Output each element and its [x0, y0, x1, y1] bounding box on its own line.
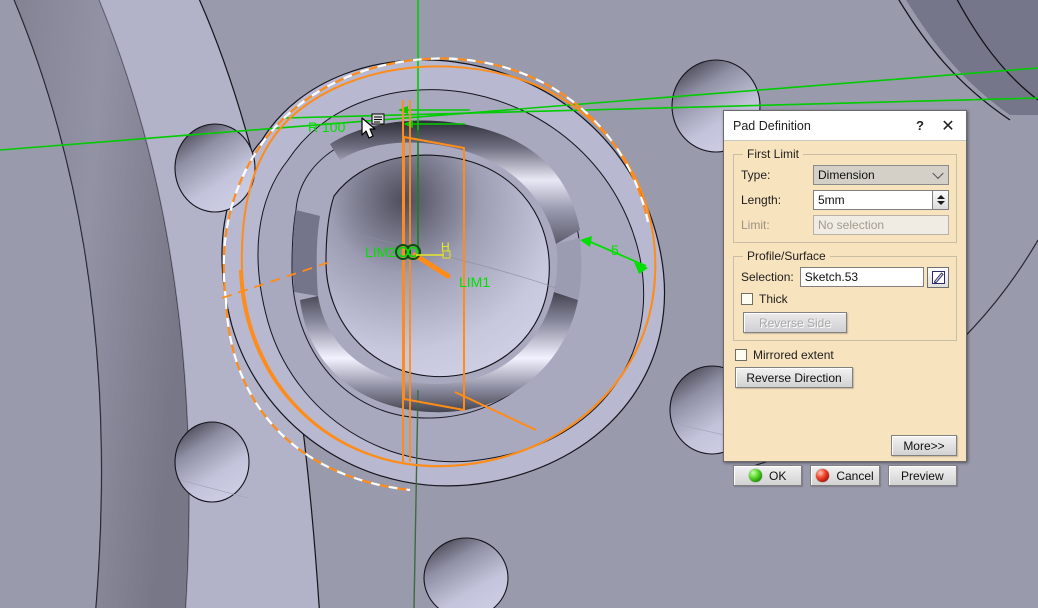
sketch-edit-icon[interactable]: [927, 266, 949, 288]
thick-label: Thick: [759, 292, 788, 306]
limit2-annotation: LIM2: [365, 244, 397, 260]
type-label: Type:: [741, 168, 771, 182]
stepper-down-icon[interactable]: [936, 201, 945, 205]
profile-surface-legend: Profile/Surface: [747, 249, 826, 263]
limit-label: Limit:: [741, 218, 770, 232]
type-select[interactable]: Dimension: [813, 165, 949, 185]
thick-checkbox[interactable]: [741, 293, 753, 305]
limit-input: No selection: [813, 215, 949, 235]
length-dimension-annotation: 5: [611, 242, 619, 258]
close-icon[interactable]: ✕: [934, 113, 962, 139]
mirrored-extent-checkbox[interactable]: [735, 349, 747, 361]
dialog-footer: OK Cancel Preview: [733, 465, 957, 486]
stepper-up-icon[interactable]: [936, 195, 945, 199]
selection-label: Selection:: [741, 270, 794, 284]
preview-button[interactable]: Preview: [887, 465, 957, 486]
more-button[interactable]: More>>: [891, 435, 957, 456]
cancel-button[interactable]: Cancel: [810, 465, 880, 486]
length-label: Length:: [741, 193, 782, 207]
catia-screenshot: R 100 LIM2 LIM1 5 H Pad Definition ? ✕ F…: [0, 0, 1038, 608]
type-select-value: Dimension: [818, 168, 875, 182]
type-row: Type: Dimension: [741, 165, 949, 185]
length-row: Length: 5mm: [741, 190, 949, 210]
profile-surface-group: Profile/Surface Selection: Sketch.53 Thi…: [733, 249, 957, 341]
dialog-title: Pad Definition: [733, 118, 811, 133]
ok-status-icon: [748, 469, 762, 482]
help-icon[interactable]: ?: [906, 113, 934, 139]
thick-checkbox-row[interactable]: Thick: [741, 292, 949, 306]
ok-button-label: OK: [768, 468, 787, 483]
chevron-down-icon: [932, 167, 944, 180]
more-button-wrapper: More>>: [891, 435, 957, 456]
limit-row: Limit: No selection: [741, 215, 949, 235]
pad-definition-dialog: Pad Definition ? ✕ First Limit Type: Dim…: [723, 110, 967, 486]
cancel-button-label: Cancel: [836, 468, 874, 483]
reverse-side-button: Reverse Side: [743, 312, 847, 333]
mirrored-extent-label: Mirrored extent: [753, 348, 834, 362]
reverse-direction-button[interactable]: Reverse Direction: [735, 367, 853, 388]
ok-button[interactable]: OK: [733, 465, 803, 486]
length-stepper[interactable]: [933, 190, 949, 210]
radius-annotation: R 100: [308, 119, 346, 135]
first-limit-legend: First Limit: [747, 147, 799, 161]
mirrored-extent-checkbox-row[interactable]: Mirrored extent: [735, 348, 957, 362]
h-axis-label: H: [441, 240, 450, 254]
dialog-titlebar[interactable]: Pad Definition ? ✕: [724, 111, 966, 141]
cancel-status-icon: [816, 469, 830, 482]
length-input[interactable]: 5mm: [813, 190, 933, 210]
limit1-annotation: LIM1: [459, 274, 491, 290]
selection-row: Selection: Sketch.53: [741, 266, 949, 288]
selection-input[interactable]: Sketch.53: [799, 267, 924, 287]
first-limit-group: First Limit Type: Dimension Length: 5mm: [733, 147, 957, 243]
dialog-body: First Limit Type: Dimension Length: 5mm: [724, 141, 966, 486]
